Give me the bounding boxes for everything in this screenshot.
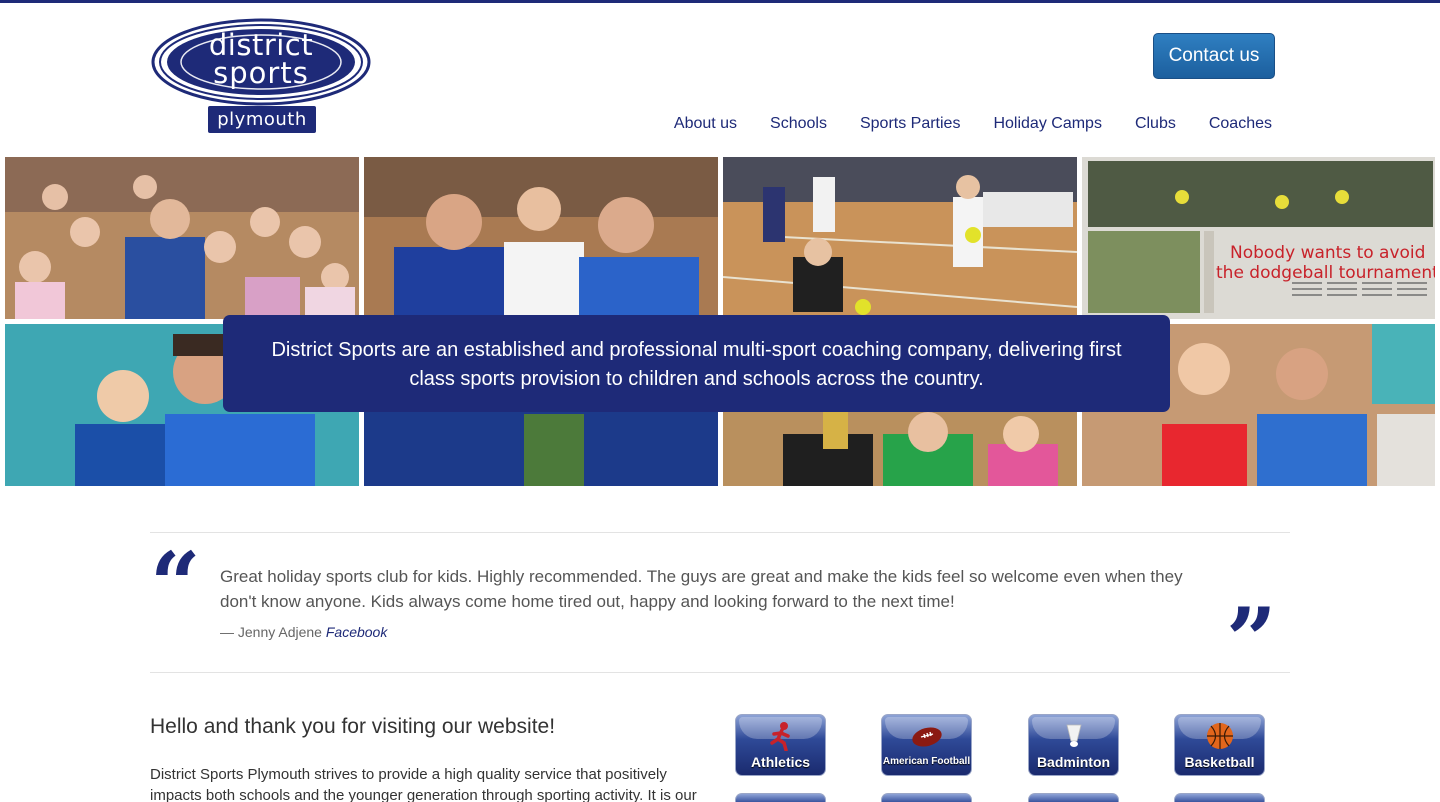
logo-city: plymouth xyxy=(217,109,307,130)
site-logo[interactable]: district sports plymouth xyxy=(150,18,372,136)
nav-item-sports-parties[interactable]: Sports Parties xyxy=(860,113,960,135)
top-accent-bar xyxy=(0,0,1440,3)
testimonial-author: — Jenny Adjene xyxy=(220,624,322,640)
photo-dodgeball-hall xyxy=(723,157,1077,319)
sport-button-row2-1[interactable] xyxy=(735,793,826,802)
nav-item-holiday-camps[interactable]: Holiday Camps xyxy=(993,113,1101,135)
nav-item-about-us[interactable]: About us xyxy=(674,113,737,135)
hero-photo-mosaic: Nobody wants to avoid the dodgeball tour… xyxy=(5,157,1435,486)
contact-us-button[interactable]: Contact us xyxy=(1153,33,1275,79)
logo-line-sports: sports xyxy=(213,56,309,90)
nav-item-clubs[interactable]: Clubs xyxy=(1135,113,1176,135)
open-quote-icon: “ xyxy=(150,532,201,636)
photo-coaches-with-child xyxy=(364,157,718,319)
newspaper-headline-1: Nobody wants to avoid xyxy=(1230,243,1425,263)
hero-caption: District Sports are an established and p… xyxy=(223,315,1170,412)
close-quote-icon: ” xyxy=(1226,588,1277,692)
photo-kids-group xyxy=(5,157,359,319)
shuttlecock-icon xyxy=(1065,724,1082,747)
main-nav: About us Schools Sports Parties Holiday … xyxy=(641,113,1272,135)
sport-button-badminton[interactable]: Badminton xyxy=(1028,714,1119,776)
welcome-heading: Hello and thank you for visiting our web… xyxy=(150,715,556,738)
sport-button-basketball[interactable]: Basketball xyxy=(1174,714,1265,776)
sport-label: American Football xyxy=(882,756,971,767)
sport-label: Basketball xyxy=(1184,754,1255,770)
sport-button-row2-3[interactable] xyxy=(1028,793,1119,802)
sport-label: Badminton xyxy=(1036,754,1111,770)
testimonial-source-link[interactable]: Facebook xyxy=(326,624,387,640)
nav-item-coaches[interactable]: Coaches xyxy=(1209,113,1272,135)
sport-button-athletics[interactable]: Athletics xyxy=(735,714,826,776)
sport-button-american-football[interactable]: American Football xyxy=(881,714,972,776)
welcome-paragraph: District Sports Plymouth strives to prov… xyxy=(150,766,697,802)
sport-button-row2-2[interactable] xyxy=(881,793,972,802)
american-football-icon xyxy=(911,727,942,747)
testimonial-text: Great holiday sports club for kids. High… xyxy=(220,567,1183,611)
photo-newspaper-clipping: Nobody wants to avoid the dodgeball tour… xyxy=(1082,157,1435,319)
newspaper-headline-2: the dodgeball tournament xyxy=(1216,263,1435,283)
basketball-icon xyxy=(1206,723,1233,749)
sport-button-row2-4[interactable] xyxy=(1174,793,1265,802)
runner-icon xyxy=(769,722,790,751)
nav-item-schools[interactable]: Schools xyxy=(770,113,827,135)
sport-label: Athletics xyxy=(750,754,811,770)
testimonial-attribution: — Jenny Adjene Facebook xyxy=(220,624,387,640)
